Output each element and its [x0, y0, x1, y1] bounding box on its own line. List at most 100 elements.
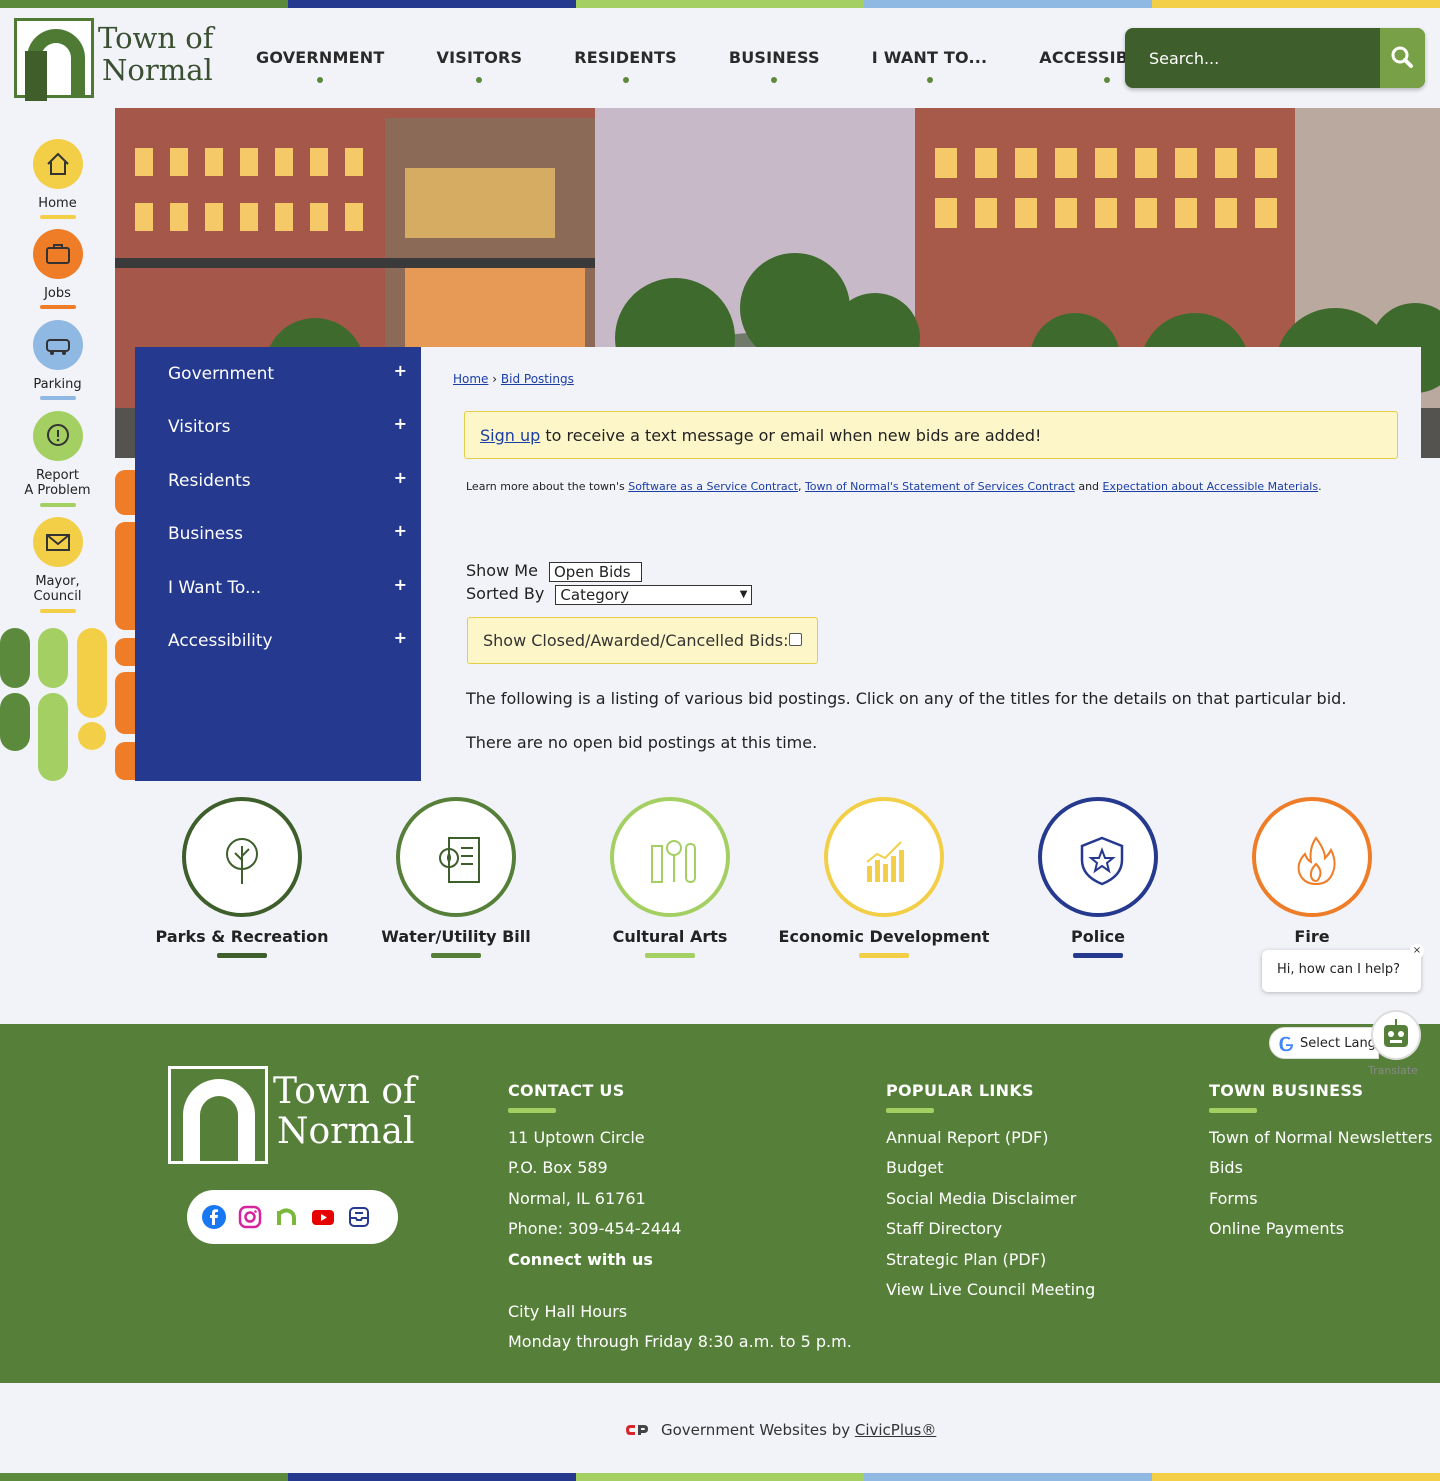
flame-icon	[1252, 797, 1372, 917]
nav-government[interactable]: GOVERNMENT	[230, 48, 410, 83]
instagram-icon[interactable]	[238, 1205, 262, 1229]
sidenav-i-want-to[interactable]: I Want To... +	[135, 561, 421, 614]
civicplus-icon	[626, 1425, 648, 1435]
quicklink-label: Parking	[33, 377, 82, 392]
expand-icon[interactable]: +	[394, 361, 407, 380]
decorative-strips	[115, 470, 135, 780]
sidenav-business[interactable]: Business +	[135, 507, 421, 560]
footer-logo-text: Town of Normal	[273, 1071, 417, 1152]
show-closed-checkbox[interactable]	[789, 633, 802, 646]
sidenav-visitors[interactable]: Visitors +	[135, 400, 421, 453]
chat-bubble[interactable]: Hi, how can I help?	[1262, 950, 1421, 992]
logo-mark	[14, 18, 94, 101]
logo-text: Town of Normal	[98, 22, 213, 86]
bill-icon	[396, 797, 516, 917]
show-me-select[interactable]: Open Bids▼	[549, 561, 642, 595]
car-icon	[33, 320, 83, 370]
accessible-materials-link[interactable]: Expectation about Accessible Materials	[1103, 480, 1319, 493]
footer-link[interactable]: Annual Report (PDF)	[886, 1123, 1095, 1153]
learn-more-text: Learn more about the town's Software as …	[466, 480, 1322, 493]
badge-icon	[1038, 797, 1158, 917]
social-links	[187, 1190, 398, 1244]
sorted-by-row: Sorted By Category ▼	[466, 584, 753, 605]
signup-link[interactable]: Sign up	[480, 426, 540, 445]
civicplus-link[interactable]: CivicPlus®	[855, 1421, 936, 1439]
sorted-by-label: Sorted By	[466, 584, 545, 603]
main-nav: GOVERNMENT VISITORS RESIDENTS BUSINESS I…	[230, 48, 1200, 83]
google-translate-credit: Translate	[1368, 1064, 1418, 1077]
tree-icon	[182, 797, 302, 917]
footer-link[interactable]: View Live Council Meeting	[886, 1275, 1095, 1305]
footer-town-business: TOWN BUSINESS Town of Normal Newsletters…	[1209, 1081, 1432, 1245]
footer-link[interactable]: Staff Directory	[886, 1214, 1095, 1244]
nav-residents[interactable]: RESIDENTS	[548, 48, 703, 83]
connect-link[interactable]: Connect with us	[508, 1245, 852, 1275]
intro-text: The following is a listing of various bi…	[466, 689, 1347, 708]
site-header: Town of Normal GOVERNMENT VISITORS RESID…	[0, 8, 1440, 108]
show-closed-label: Show Closed/Awarded/Cancelled Bids:	[483, 631, 789, 650]
normal-icon[interactable]	[275, 1205, 299, 1229]
search-icon	[1391, 46, 1413, 68]
chat-close-button[interactable]: ×	[1410, 944, 1424, 958]
footer-link[interactable]: Strategic Plan (PDF)	[886, 1245, 1095, 1275]
search-input[interactable]	[1135, 36, 1380, 80]
footer-link[interactable]: Social Media Disclaimer	[886, 1184, 1095, 1214]
facebook-icon[interactable]	[202, 1205, 226, 1229]
logo-line-1: Town of	[98, 21, 214, 55]
quicklink-label: Mayor, Council	[33, 574, 82, 604]
sidenav-accessibility[interactable]: Accessibility +	[135, 614, 421, 667]
side-navigation: Government + Visitors + Residents + Busines…	[135, 347, 421, 781]
youtube-icon[interactable]	[311, 1205, 335, 1229]
notify-icon[interactable]	[347, 1205, 371, 1229]
footer-link[interactable]: Budget	[886, 1153, 1095, 1183]
top-color-stripe	[0, 0, 1440, 8]
services-contract-link[interactable]: Town of Normal's Statement of Services C…	[805, 480, 1075, 493]
footer-popular-links: POPULAR LINKS Annual Report (PDF) Budget…	[886, 1081, 1095, 1305]
footer-link[interactable]: Town of Normal Newsletters	[1209, 1123, 1432, 1153]
sidenav-government[interactable]: Government +	[135, 347, 421, 400]
contact-heading: CONTACT US	[508, 1081, 625, 1100]
nav-business[interactable]: BUSINESS	[703, 48, 846, 83]
footer-logo[interactable]: Town of Normal	[168, 1066, 428, 1166]
arts-icon	[610, 797, 730, 917]
nav-visitors[interactable]: VISITORS	[410, 48, 548, 83]
breadcrumb-current[interactable]: Bid Postings	[501, 372, 574, 386]
saas-contract-link[interactable]: Software as a Service Contract	[628, 480, 798, 493]
site-logo[interactable]: Town of Normal	[14, 18, 219, 101]
logo-line-2: Normal	[102, 53, 213, 87]
chart-icon	[824, 797, 944, 917]
footer-link[interactable]: Forms	[1209, 1184, 1432, 1214]
chatbot-icon[interactable]	[1371, 1010, 1421, 1060]
nav-i-want-to[interactable]: I WANT TO...	[846, 48, 1014, 83]
breadcrumb: Home › Bid Postings	[453, 372, 574, 386]
footer-logo-mark	[168, 1066, 268, 1164]
show-closed-box: Show Closed/Awarded/Cancelled Bids:	[467, 617, 818, 664]
search-button[interactable]	[1380, 28, 1425, 88]
expand-icon[interactable]: +	[394, 414, 407, 433]
mail-icon	[33, 517, 83, 567]
language-select[interactable]: Select Language	[1269, 1027, 1379, 1059]
expand-icon[interactable]: +	[394, 575, 407, 594]
show-me-label: Show Me	[466, 561, 538, 580]
feature-links: Parks & Recreation Water/Utility Bill Cu…	[135, 795, 1420, 965]
expand-icon[interactable]: +	[394, 521, 407, 540]
expand-icon[interactable]: +	[394, 468, 407, 487]
sorted-by-select[interactable]: Category ▼	[555, 584, 753, 605]
google-icon	[1279, 1036, 1293, 1052]
empty-state-text: There are no open bid postings at this t…	[466, 733, 818, 752]
credits-text: Government Websites by CivicPlus®	[661, 1421, 937, 1439]
show-me-row: Show Me Open Bids▼	[466, 561, 642, 595]
footer-contact: CONTACT US 11 Uptown Circle P.O. Box 589…	[508, 1081, 852, 1352]
footer-link[interactable]: Online Payments	[1209, 1214, 1432, 1244]
breadcrumb-home[interactable]: Home	[453, 372, 488, 386]
quicklink-label: Report A Problem	[24, 468, 91, 498]
footer-link[interactable]: Bids	[1209, 1153, 1432, 1183]
alert-icon	[33, 411, 83, 461]
briefcase-icon	[33, 229, 83, 279]
sidenav-residents[interactable]: Residents +	[135, 454, 421, 507]
expand-icon[interactable]: +	[394, 628, 407, 647]
quicklink-label: Home	[38, 196, 77, 211]
home-icon	[33, 139, 83, 189]
site-footer: Town of Normal CONTACT US 11 Uptown Circ…	[0, 1024, 1440, 1383]
bottom-color-stripe	[0, 1473, 1440, 1481]
